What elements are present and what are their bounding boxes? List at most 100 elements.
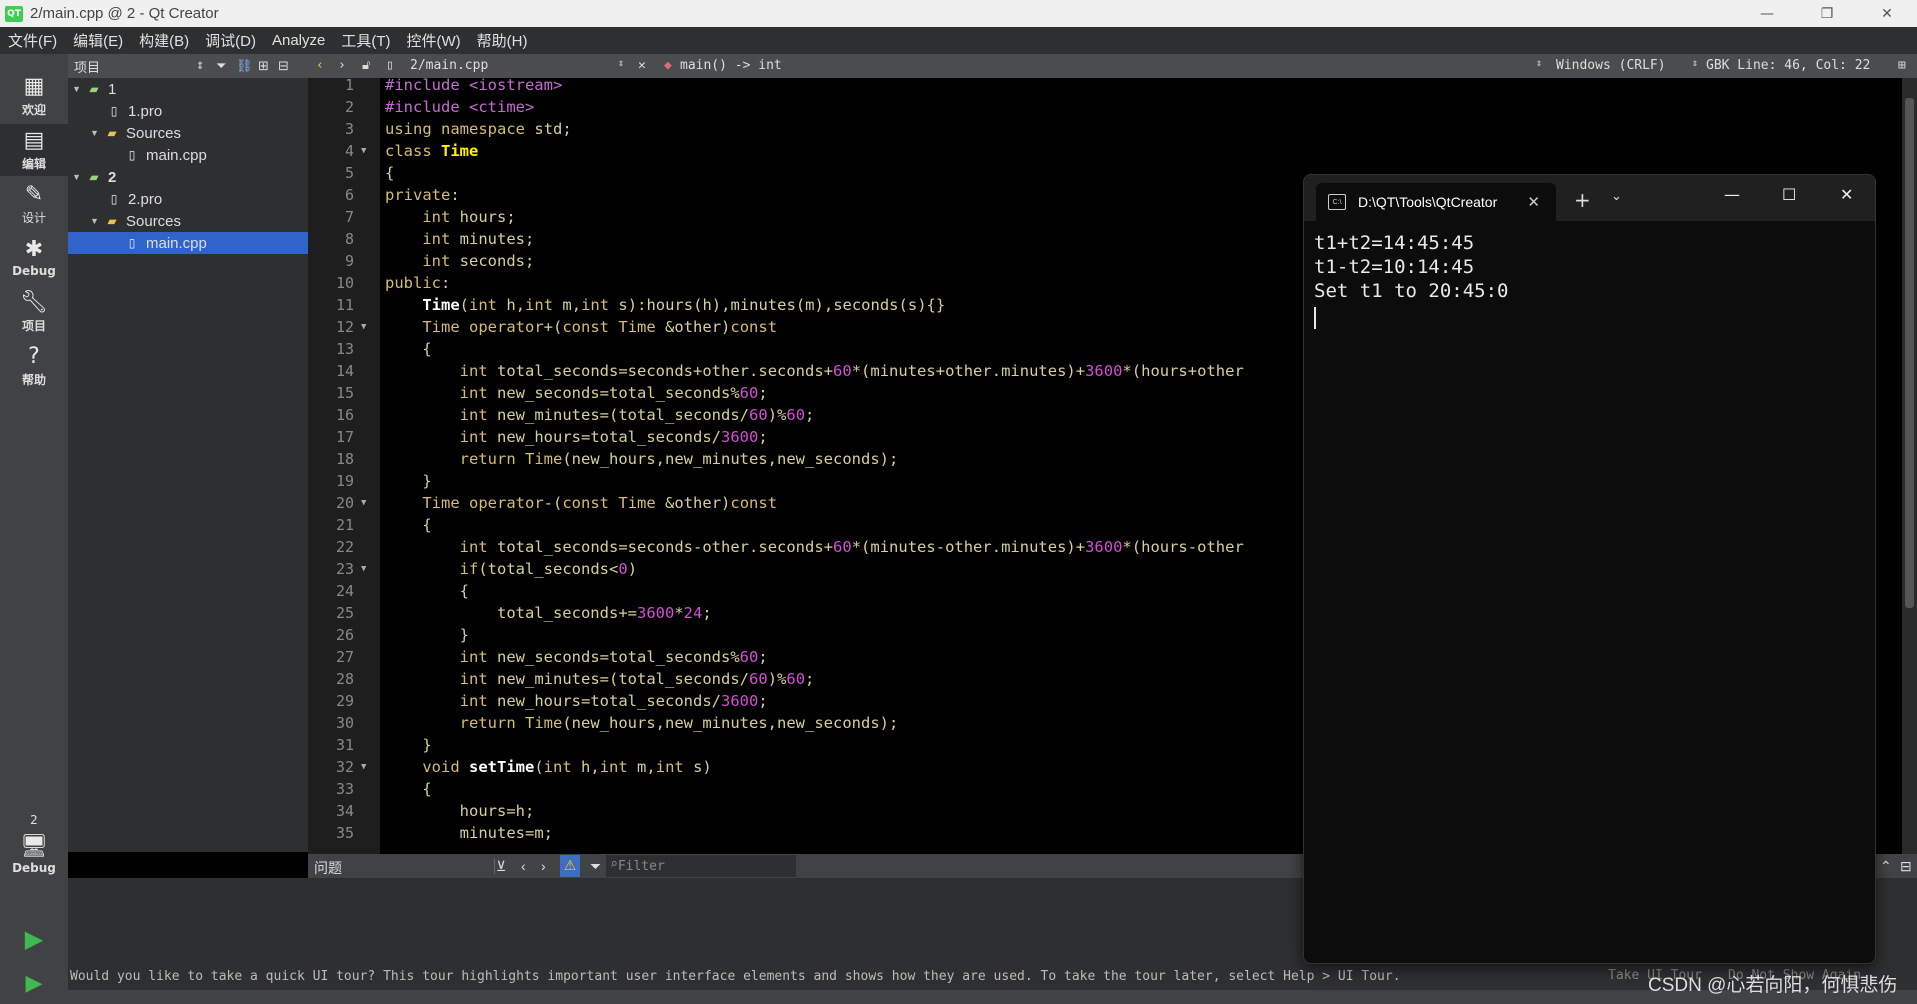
code-line[interactable]: Time operator+(const Time &other)const	[385, 316, 777, 338]
menu-analyze[interactable]: Analyze	[264, 32, 333, 49]
close-tab-icon[interactable]: ✕	[1527, 193, 1540, 211]
issues-title[interactable]: 问题	[314, 858, 342, 878]
lock-icon[interactable]: 🔓︎	[362, 58, 370, 73]
scrollbar-thumb[interactable]	[1905, 98, 1914, 608]
code-line[interactable]: int hours;	[385, 206, 515, 228]
tree-item-main-cpp-2[interactable]: ▯ main.cpp	[68, 232, 308, 254]
cursor-position[interactable]: GBK Line: 46, Col: 22	[1706, 58, 1870, 73]
close-pane-icon[interactable]: ⊟	[1900, 858, 1912, 875]
code-line[interactable]: {	[385, 580, 469, 602]
panel-select-icon[interactable]: ⇕	[196, 61, 204, 72]
fold-marker-icon[interactable]: ▼	[361, 140, 366, 162]
tree-item-sources-1[interactable]: ▼ ▰ Sources	[90, 122, 181, 144]
code-line[interactable]: #include <iostream>	[385, 78, 562, 96]
filter-icon[interactable]: ⏷	[216, 59, 226, 74]
code-line[interactable]: minutes=m;	[385, 822, 553, 844]
expand-icon[interactable]: ▼	[90, 128, 104, 138]
back-icon[interactable]: ‹	[316, 58, 324, 73]
code-line[interactable]: Time(int h,int m,int s):hours(h),minutes…	[385, 294, 945, 316]
new-tab-icon[interactable]: +	[1574, 188, 1591, 212]
terminal-maximize-button[interactable]: ☐	[1782, 185, 1796, 204]
code-line[interactable]: int new_seconds=total_seconds%60;	[385, 382, 768, 404]
menu-build[interactable]: 构建(B)	[131, 30, 197, 51]
code-line[interactable]: {	[385, 162, 394, 184]
project-panel-title[interactable]: 项目	[74, 57, 100, 76]
filter-icon[interactable]: ⏷	[590, 858, 601, 875]
menu-window[interactable]: 控件(W)	[399, 30, 469, 51]
code-line[interactable]: if(total_seconds<0)	[385, 558, 637, 580]
open-file-selector[interactable]: 2/main.cpp	[410, 58, 488, 73]
file-dropdown-icon[interactable]: ⇕	[618, 58, 624, 69]
link-icon[interactable]: ⛓	[236, 59, 253, 74]
code-line[interactable]: int seconds;	[385, 250, 534, 272]
menu-help[interactable]: 帮助(H)	[469, 30, 536, 51]
menu-debug[interactable]: 调试(D)	[197, 30, 264, 51]
next-issue-icon[interactable]: ›	[541, 858, 546, 874]
prev-issue-icon[interactable]: ‹	[521, 858, 526, 874]
mode-design[interactable]: ✎ 设计	[0, 178, 68, 230]
terminal-window[interactable]: C:\ D:\QT\Tools\QtCreator ✕ + ⌄ — ☐ ✕ t1…	[1303, 174, 1876, 964]
editor-scrollbar[interactable]	[1902, 78, 1917, 854]
encoding-dropdown-icon[interactable]: ⇕	[1536, 58, 1542, 69]
expand-icon[interactable]: ▼	[72, 172, 86, 182]
kit-selector[interactable]: 🖥︎ Debug	[0, 824, 68, 886]
code-line[interactable]: private:	[385, 184, 460, 206]
line-ending-selector[interactable]: Windows (CRLF)	[1556, 58, 1666, 73]
run-button[interactable]: ▶	[0, 919, 68, 959]
maximize-pane-icon[interactable]: ⌃	[1880, 858, 1892, 875]
fold-marker-icon[interactable]: ▼	[361, 316, 366, 338]
expand-icon[interactable]: ▼	[90, 216, 104, 226]
code-line[interactable]: void setTime(int h,int m,int s)	[385, 756, 711, 778]
code-line[interactable]: total_seconds+=3600*24;	[385, 602, 712, 624]
code-line[interactable]: using namespace std;	[385, 118, 572, 140]
code-line[interactable]: int new_hours=total_seconds/3600;	[385, 426, 768, 448]
close-document-icon[interactable]: ✕	[638, 58, 646, 73]
terminal-close-button[interactable]: ✕	[1840, 185, 1853, 204]
fold-marker-icon[interactable]: ▼	[361, 756, 366, 778]
issues-filter-input[interactable]: ⌕ Filter	[606, 855, 796, 877]
minimize-button[interactable]: —	[1737, 0, 1797, 27]
close-panel-icon[interactable]: ⊟	[278, 59, 289, 74]
tree-item-project-2[interactable]: ▼ ▰ 2	[72, 166, 116, 188]
code-line[interactable]: {	[385, 778, 431, 800]
fold-marker-icon[interactable]: ▼	[361, 492, 366, 514]
tree-item-1-pro[interactable]: ▯ 1.pro	[106, 100, 163, 122]
code-line[interactable]: Time operator-(const Time &other)const	[385, 492, 777, 514]
code-line[interactable]: {	[385, 514, 431, 536]
code-line[interactable]: public:	[385, 272, 450, 294]
clear-icon[interactable]: ⊻	[496, 858, 506, 875]
tree-item-2-pro[interactable]: ▯ 2.pro	[106, 188, 163, 210]
terminal-minimize-button[interactable]: —	[1724, 185, 1740, 204]
code-line[interactable]: {	[385, 338, 431, 360]
code-line[interactable]: int new_minutes=(total_seconds/60)%60;	[385, 404, 815, 426]
code-line[interactable]: int total_seconds=seconds-other.seconds+…	[385, 536, 1244, 558]
code-line[interactable]: }	[385, 470, 431, 492]
code-line[interactable]: }	[385, 734, 431, 756]
code-line[interactable]: #include <ctime>	[385, 96, 534, 118]
tree-item-main-cpp-1[interactable]: ▯ main.cpp	[124, 144, 207, 166]
chevron-down-icon[interactable]: ⌄	[1611, 189, 1622, 204]
symbol-selector[interactable]: main() -> int	[680, 58, 782, 73]
expand-icon[interactable]: ▼	[72, 84, 86, 94]
position-dropdown-icon[interactable]: ⇕	[1692, 58, 1698, 69]
code-line[interactable]: return Time(new_hours,new_minutes,new_se…	[385, 448, 899, 470]
forward-icon[interactable]: ›	[338, 58, 346, 73]
split-editor-icon[interactable]: ⊞	[1898, 58, 1906, 73]
code-line[interactable]: int new_hours=total_seconds/3600;	[385, 690, 768, 712]
warning-filter-icon[interactable]: ⚠	[560, 855, 580, 877]
restore-button[interactable]: ❐	[1797, 0, 1857, 27]
menu-edit[interactable]: 编辑(E)	[65, 30, 131, 51]
tree-item-sources-2[interactable]: ▼ ▰ Sources	[90, 210, 181, 232]
code-line[interactable]: }	[385, 624, 469, 646]
code-line[interactable]: class Time	[385, 140, 478, 162]
code-editor[interactable]: #include <iostream> #include <ctime> using…	[380, 78, 1305, 854]
mode-debug[interactable]: ✱ Debug	[0, 232, 68, 284]
fold-marker-icon[interactable]: ▼	[361, 558, 366, 580]
mode-help[interactable]: ? 帮助	[0, 340, 68, 392]
code-line[interactable]: hours=h;	[385, 800, 535, 822]
tree-item-project-1[interactable]: ▼ ▰ 1	[72, 78, 116, 100]
close-button[interactable]: ✕	[1857, 0, 1917, 27]
code-line[interactable]: int new_minutes=(total_seconds/60)%60;	[385, 668, 815, 690]
mode-projects[interactable]: 🔧︎ 项目	[0, 286, 68, 338]
menu-file[interactable]: 文件(F)	[0, 30, 65, 51]
